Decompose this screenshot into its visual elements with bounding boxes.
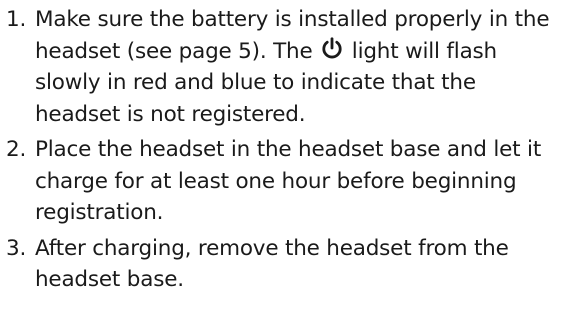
instruction-document: 1. Make sure the battery is installed pr… [0,0,567,311]
step-2: 2. Place the headset in the headset base… [0,134,567,229]
step-1-number: 1. [6,7,27,32]
instruction-steps-list: 1. Make sure the battery is installed pr… [0,4,567,296]
power-icon [321,36,343,61]
step-2-text: Place the headset in the headset base an… [35,137,542,225]
step-3-text: After charging, remove the headset from … [35,235,509,293]
step-3-number: 3. [6,235,27,261]
step-2-number: 2. [6,137,27,162]
step-1: 1. Make sure the battery is installed pr… [0,4,567,130]
step-3: 3. After charging, remove the headset fr… [0,233,567,296]
